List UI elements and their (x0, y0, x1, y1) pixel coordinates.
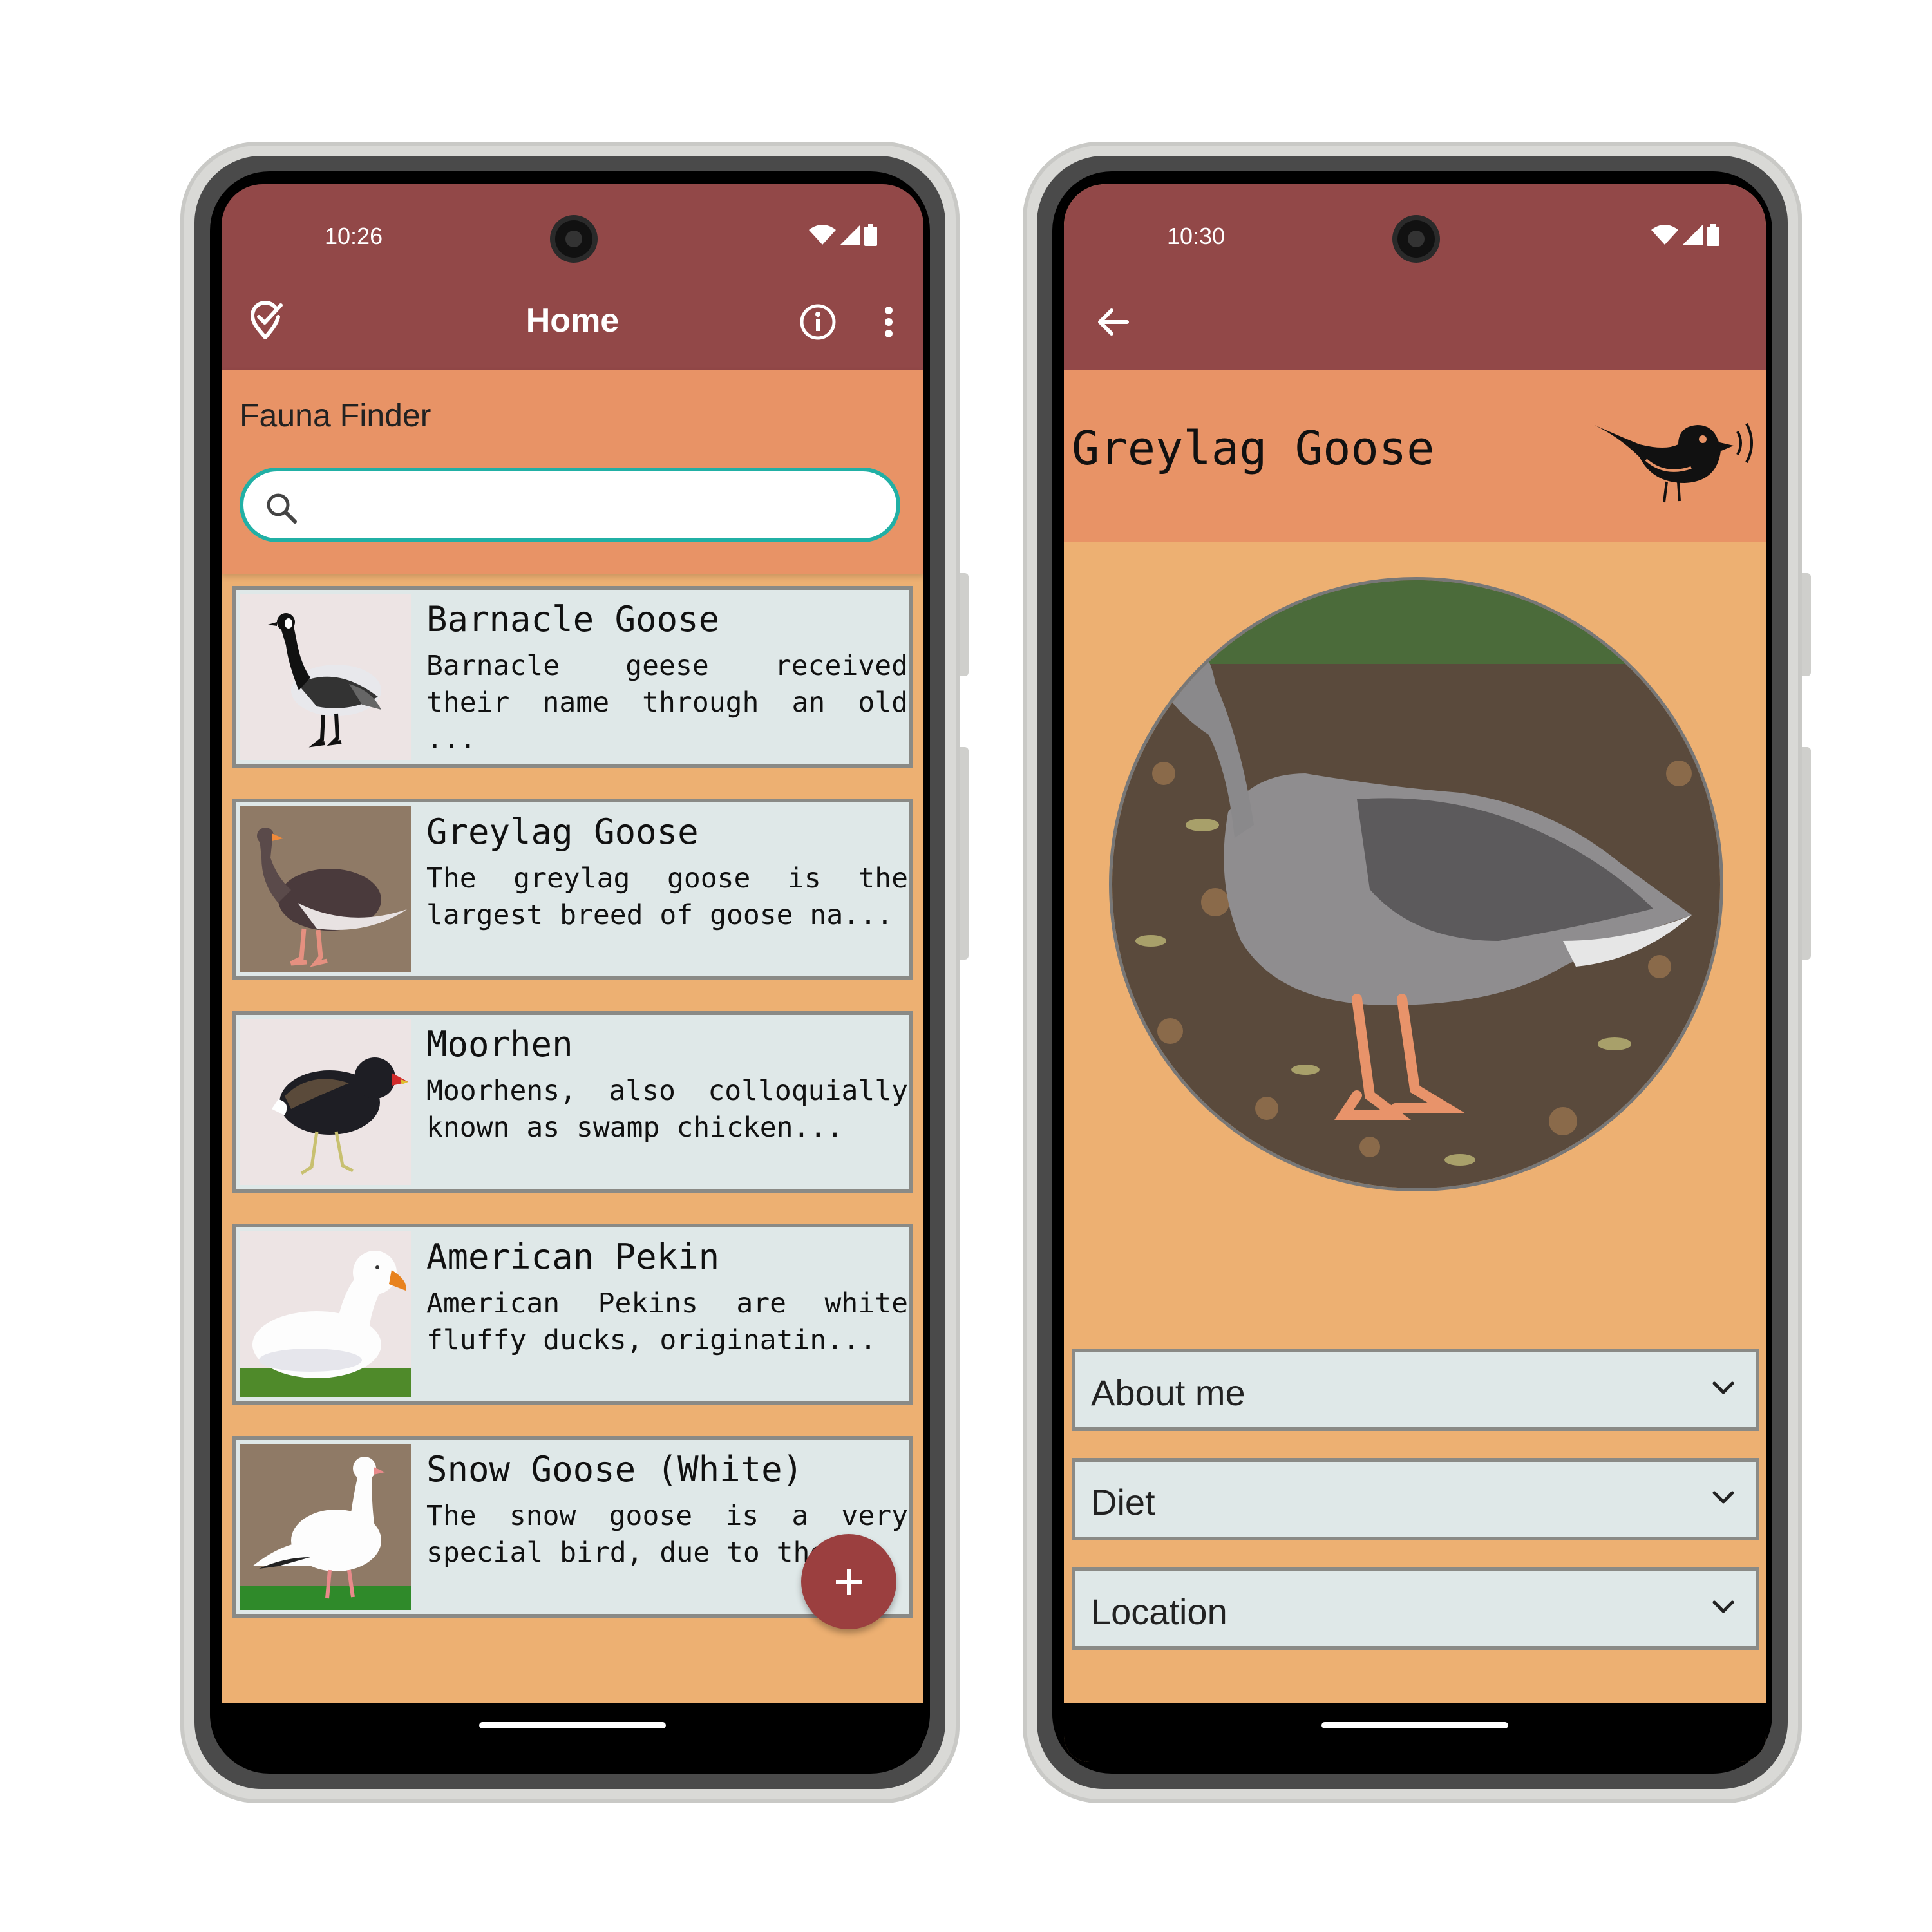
signal-icon (840, 225, 860, 245)
home-screen: 10:26 Home Fauna Finder Barnacle Goose B… (222, 184, 923, 1762)
search-bar[interactable] (240, 468, 900, 542)
detail-screen: 10:30 Greylag Goose About me Diet Locati… (1064, 184, 1766, 1762)
home-gesture-handle[interactable] (479, 1722, 666, 1728)
add-animal-button[interactable] (801, 1534, 896, 1629)
more-vert-icon (885, 307, 893, 337)
animal-card-greylag-goose[interactable]: Greylag Goose The greylag goose is the l… (232, 799, 913, 980)
accordion-about-me[interactable]: About me (1072, 1349, 1759, 1431)
system-icons (809, 224, 877, 246)
animal-title: Greylag Goose (1072, 421, 1435, 475)
home-content: Fauna Finder Barnacle Goose Barnacle gee… (222, 370, 923, 1703)
status-time: 10:30 (1167, 223, 1226, 249)
status-bar: 10:26 (222, 184, 923, 274)
back-button[interactable] (1090, 299, 1136, 345)
section-title: Fauna Finder (240, 397, 431, 433)
battery-icon (1707, 224, 1719, 246)
animal-description: American Pekins are white fluffy ducks, … (426, 1287, 908, 1356)
animal-card-barnacle-goose[interactable]: Barnacle Goose Barnacle geese received t… (232, 586, 913, 768)
snow-goose-thumbnail (240, 1444, 411, 1610)
accordion-label: Location (1091, 1591, 1227, 1632)
top-app-bar: Home (222, 274, 923, 370)
animal-card-american-pekin[interactable]: American Pekin American Pekins are white… (232, 1224, 913, 1405)
wifi-icon (809, 225, 836, 245)
system-nav-bar (1064, 1703, 1766, 1762)
animal-card-moorhen[interactable]: Moorhen Moorhens, also colloquially know… (232, 1011, 913, 1193)
system-nav-bar (222, 1703, 923, 1762)
phone-frame-detail: 10:30 Greylag Goose About me Diet Locati… (1023, 142, 1811, 1803)
moorhen-thumbnail (240, 1019, 411, 1185)
animal-description: The greylag goose is the largest breed o… (426, 862, 908, 931)
accordion-label: About me (1091, 1372, 1245, 1413)
home-gesture-handle[interactable] (1321, 1722, 1508, 1728)
add-icon (836, 1569, 862, 1595)
greylag-goose-thumbnail (240, 806, 411, 972)
animal-photo (1109, 577, 1723, 1191)
animal-name: Barnacle Goose (426, 599, 720, 639)
front-camera (1397, 220, 1435, 258)
arrow-back-icon (1098, 308, 1129, 336)
search-input[interactable] (308, 483, 877, 529)
search-icon (267, 493, 297, 524)
chevron-down-icon (1712, 1600, 1734, 1613)
status-time: 10:26 (325, 223, 383, 249)
accordion-location[interactable]: Location (1072, 1567, 1759, 1650)
battery-icon (864, 224, 877, 246)
animal-name: American Pekin (426, 1236, 720, 1277)
chevron-down-icon (1712, 1491, 1734, 1504)
animal-name: Snow Goose (White) (426, 1449, 804, 1490)
status-bar: 10:30 (1064, 184, 1766, 274)
barnacle-goose-thumbnail (240, 594, 411, 760)
accordion-label: Diet (1091, 1482, 1155, 1522)
more-options-button[interactable] (866, 299, 912, 345)
animal-description: Barnacle geese received their name throu… (426, 650, 908, 755)
singing-bird-icon (1595, 423, 1753, 503)
info-button[interactable] (795, 299, 841, 345)
top-app-bar (1064, 274, 1766, 370)
phone-frame-home: 10:26 Home Fauna Finder Barnacle Goose B… (180, 142, 969, 1803)
system-icons (1651, 224, 1719, 246)
wifi-icon (1651, 225, 1678, 245)
front-camera (555, 220, 592, 258)
signal-icon (1682, 225, 1703, 245)
animal-name: Moorhen (426, 1024, 573, 1065)
american-pekin-thumbnail (240, 1231, 411, 1397)
animal-name: Greylag Goose (426, 811, 699, 852)
search-header: Fauna Finder (222, 370, 923, 574)
chevron-down-icon (1712, 1381, 1734, 1394)
accordion-diet[interactable]: Diet (1072, 1458, 1759, 1540)
animal-description: Moorhens, also colloquially known as swa… (426, 1075, 908, 1144)
info-icon (800, 304, 836, 340)
